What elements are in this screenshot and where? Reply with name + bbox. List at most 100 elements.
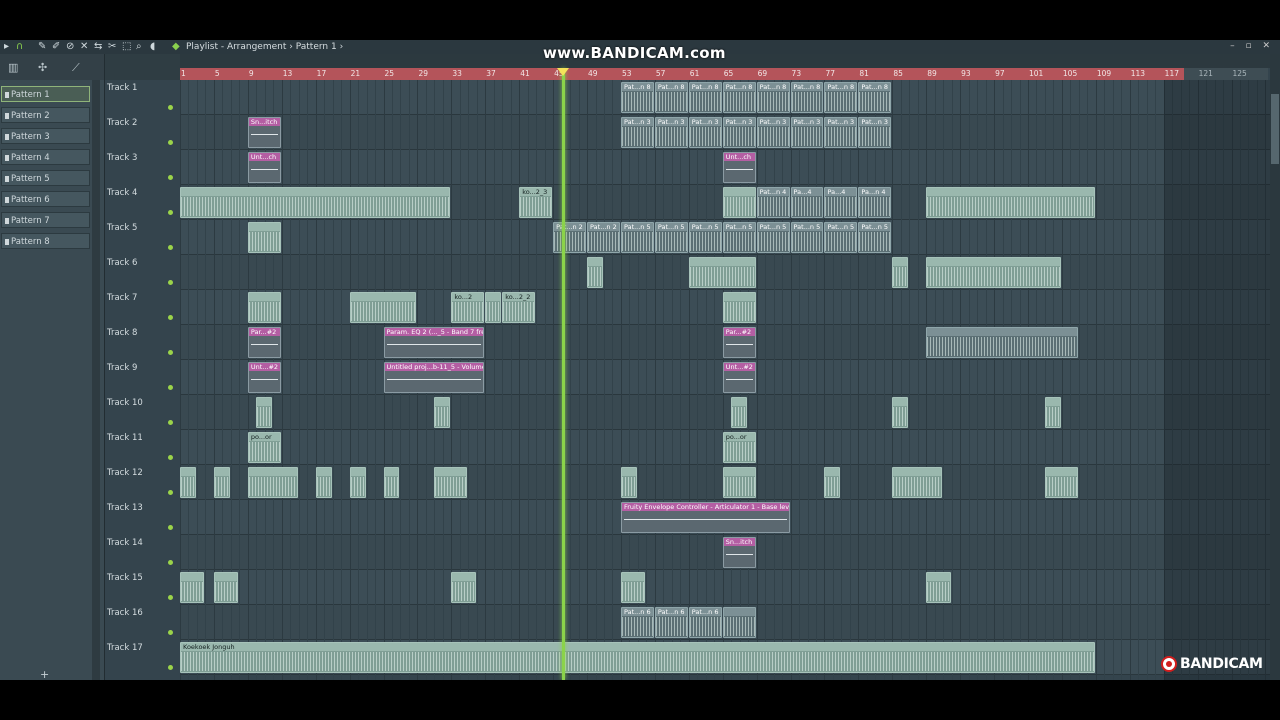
pattern-clip[interactable]: Pat...n 8 — [824, 82, 858, 113]
audio-clip[interactable] — [926, 187, 1095, 218]
track-mute-led[interactable] — [168, 140, 173, 145]
track-name[interactable]: Track 2 — [107, 118, 137, 128]
pattern-item[interactable]: Pattern 1 — [1, 86, 90, 102]
track-mute-led[interactable] — [168, 350, 173, 355]
track-mute-led[interactable] — [168, 455, 173, 460]
pattern-item[interactable]: Pattern 6 — [1, 191, 90, 207]
paint-tool-icon[interactable]: ✐ — [52, 41, 60, 53]
pattern-item[interactable]: Pattern 4 — [1, 149, 90, 165]
pattern-clip[interactable]: Pat...n 5 — [858, 222, 892, 253]
pattern-clip[interactable]: Pat...n 2 — [553, 222, 587, 253]
pattern-clip[interactable]: Pat...n 8 — [858, 82, 892, 113]
audio-clip[interactable] — [247, 292, 281, 323]
select-tool-icon[interactable]: ⬚ — [122, 41, 131, 53]
automation-clip[interactable]: Par...#2 — [722, 327, 756, 358]
audio-clip[interactable] — [722, 292, 756, 323]
pattern-item[interactable]: Pattern 7 — [1, 212, 90, 228]
scrollbar-thumb[interactable] — [1271, 94, 1279, 164]
delete-tool-icon[interactable]: ⊘ — [66, 41, 74, 53]
time-ruler-extension[interactable]: 121 125 — [1184, 68, 1268, 80]
audio-clip[interactable] — [349, 292, 417, 323]
track-mute-led[interactable] — [168, 595, 173, 600]
pattern-clip[interactable] — [722, 607, 756, 638]
pattern-clip[interactable]: Pat...n 5 — [824, 222, 858, 253]
audio-clip[interactable] — [349, 467, 366, 498]
automation-clip[interactable]: Param. EQ 2 (..._5 - Band 7 freq — [383, 327, 485, 358]
pattern-clip[interactable]: Pat...n 6 — [688, 607, 722, 638]
track-name[interactable]: Track 13 — [107, 503, 143, 513]
add-pattern-button[interactable]: + — [40, 668, 49, 680]
automation-clip[interactable]: Par...#2 — [247, 327, 281, 358]
track-name[interactable]: Track 4 — [107, 188, 137, 198]
automation-clip[interactable]: Fruity Envelope Controller - Articulator… — [620, 502, 790, 533]
audio-clip[interactable] — [451, 572, 476, 603]
track-name[interactable]: Track 7 — [107, 293, 137, 303]
audio-clip[interactable] — [213, 467, 230, 498]
pattern-clip[interactable]: Pat...n 5 — [654, 222, 688, 253]
audio-clip[interactable] — [926, 572, 951, 603]
pattern-clip[interactable]: Pat...n 5 — [688, 222, 722, 253]
playback-tool-icon[interactable]: ◖ — [150, 41, 155, 53]
pattern-clip[interactable]: Pat...n 3 — [858, 117, 892, 148]
pattern-clip[interactable]: Pat...n 3 — [620, 117, 654, 148]
track-mute-led[interactable] — [168, 420, 173, 425]
piano-roll-icon[interactable]: ▥ — [8, 61, 18, 74]
vertical-scrollbar[interactable] — [1270, 54, 1280, 680]
track-mute-led[interactable] — [168, 525, 173, 530]
audio-clip[interactable] — [180, 467, 196, 498]
mute-tool-icon[interactable]: ✕ — [80, 41, 88, 53]
track-name[interactable]: Track 12 — [107, 468, 143, 478]
audio-clip[interactable] — [180, 572, 205, 603]
slip-tool-icon[interactable]: ⇆ — [94, 41, 102, 53]
link-icon[interactable]: ⟋ — [72, 61, 80, 75]
track-mute-led[interactable] — [168, 105, 173, 110]
pattern-item[interactable]: Pattern 2 — [1, 107, 90, 123]
pattern-clip[interactable]: Pa...4 — [824, 187, 858, 218]
arrangement-grid[interactable]: Pat...n 8 Pat...n 8 Pat...n 8 Pat...n 8 Pat.… — [180, 80, 1270, 680]
automation-clip[interactable]: Sn...itch — [247, 117, 281, 148]
track-mute-led[interactable] — [168, 315, 173, 320]
pattern-clip[interactable]: Pat...n 4 — [756, 187, 790, 218]
zoom-tool-icon[interactable]: ⌕ — [136, 41, 142, 53]
track-name[interactable]: Track 6 — [107, 258, 137, 268]
pattern-clip[interactable]: Pat...n 8 — [790, 82, 824, 113]
track-name[interactable]: Track 5 — [107, 223, 137, 233]
time-ruler[interactable]: 1 5 9 13 17 21 25 29 33 37 41 45 49 53 57 61 65 69 73 77 81 8… — [180, 68, 1184, 80]
audio-clip[interactable]: Koekoek Jonguh — [180, 642, 1095, 673]
pattern-item[interactable]: Pattern 3 — [1, 128, 90, 144]
pattern-clip[interactable]: Pat...n 3 — [722, 117, 756, 148]
pattern-clip[interactable]: Pat...n 8 — [722, 82, 756, 113]
track-mute-led[interactable] — [168, 210, 173, 215]
audio-clip[interactable]: ko...2_2 — [502, 292, 536, 323]
pattern-clip[interactable]: Pat...n 3 — [688, 117, 722, 148]
track-name[interactable]: Track 10 — [107, 398, 143, 408]
track-mute-led[interactable] — [168, 385, 173, 390]
automation-clip[interactable]: Untitled proj...b-11_5 - Volume — [383, 362, 485, 393]
track-name[interactable]: Track 3 — [107, 153, 137, 163]
current-pattern[interactable]: Pattern 1 — [296, 42, 337, 52]
audio-clip[interactable]: po...or — [722, 432, 756, 463]
audio-clip[interactable] — [1044, 467, 1078, 498]
pattern-clip[interactable]: Pat...n 3 — [824, 117, 858, 148]
pattern-clip[interactable]: Pat...n 6 — [654, 607, 688, 638]
audio-clip[interactable] — [892, 257, 909, 288]
automation-clip[interactable]: Unt...#2 — [722, 362, 756, 393]
audio-clip[interactable] — [892, 397, 909, 428]
audio-clip[interactable] — [731, 397, 748, 428]
track-name[interactable]: Track 8 — [107, 328, 137, 338]
pattern-clip[interactable]: Pat...n 5 — [756, 222, 790, 253]
audio-clip[interactable] — [485, 292, 502, 323]
picker-scrollbar[interactable] — [92, 80, 100, 680]
pattern-clip[interactable]: Pat...n 3 — [756, 117, 790, 148]
pattern-clip[interactable]: Pat...n 8 — [654, 82, 688, 113]
audio-clip[interactable]: po...or — [247, 432, 281, 463]
track-mute-led[interactable] — [168, 490, 173, 495]
audio-clip[interactable] — [213, 572, 239, 603]
pattern-clip[interactable]: Pat...n 6 — [620, 607, 654, 638]
audio-clip[interactable] — [587, 257, 603, 288]
playhead-marker-icon[interactable] — [556, 68, 569, 76]
audio-clip[interactable]: ko...2_3 — [519, 187, 553, 218]
track-mute-led[interactable] — [168, 280, 173, 285]
magnet-icon[interactable]: ∩ — [16, 41, 23, 53]
pattern-clip[interactable]: Pat...n 2 — [587, 222, 620, 253]
